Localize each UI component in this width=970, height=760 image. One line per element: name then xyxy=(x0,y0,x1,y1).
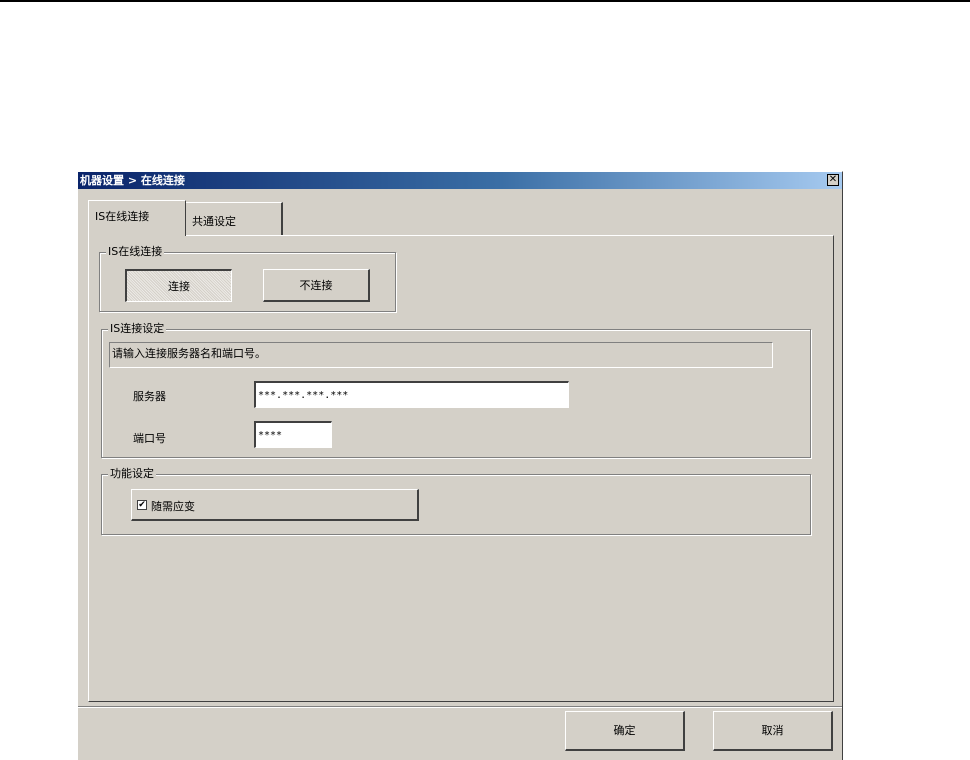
footer-separator xyxy=(78,706,842,708)
info-text: 请输入连接服务器名和端口号。 xyxy=(109,342,773,368)
tab-common-settings[interactable]: 共通设定 xyxy=(186,202,283,235)
function-settings-legend: 功能设定 xyxy=(108,467,156,481)
server-label: 服务器 xyxy=(133,390,166,403)
cancel-button[interactable]: 取消 xyxy=(713,711,833,751)
tab-is-online-connection[interactable]: IS在线连接 xyxy=(88,200,186,236)
connection-group-legend: IS在线连接 xyxy=(106,245,165,259)
connect-button[interactable]: 连接 xyxy=(125,269,232,302)
on-demand-checkbox[interactable]: ✔ xyxy=(137,500,147,510)
tab-label: IS在线连接 xyxy=(95,210,150,223)
title-bar[interactable]: 机器设置 > 在线连接 ✕ xyxy=(78,172,842,189)
close-icon[interactable]: ✕ xyxy=(827,174,839,186)
on-demand-label: 随需应变 xyxy=(151,500,195,513)
connection-settings-legend: IS连接设定 xyxy=(108,322,167,336)
tab-label: 共通设定 xyxy=(192,215,236,228)
port-label: 端口号 xyxy=(133,432,166,445)
function-settings-group: 功能设定 ✔ 随需应变 xyxy=(101,467,811,535)
disconnect-button[interactable]: 不连接 xyxy=(263,269,370,302)
ok-button[interactable]: 确定 xyxy=(565,711,685,751)
top-rule xyxy=(0,0,970,2)
settings-dialog: 机器设置 > 在线连接 ✕ IS在线连接 共通设定 IS在线连接 连接 不连接 … xyxy=(77,171,843,760)
connection-settings-group: IS连接设定 请输入连接服务器名和端口号。 服务器 端口号 xyxy=(101,322,811,458)
server-input[interactable] xyxy=(254,381,569,408)
tab-panel: IS在线连接 连接 不连接 IS连接设定 请输入连接服务器名和端口号。 服务器 … xyxy=(88,235,834,702)
port-input[interactable] xyxy=(254,421,332,448)
window-title: 机器设置 > 在线连接 xyxy=(80,174,185,187)
connection-group: IS在线连接 连接 不连接 xyxy=(99,245,396,312)
on-demand-checkbox-row[interactable]: ✔ 随需应变 xyxy=(131,489,419,521)
